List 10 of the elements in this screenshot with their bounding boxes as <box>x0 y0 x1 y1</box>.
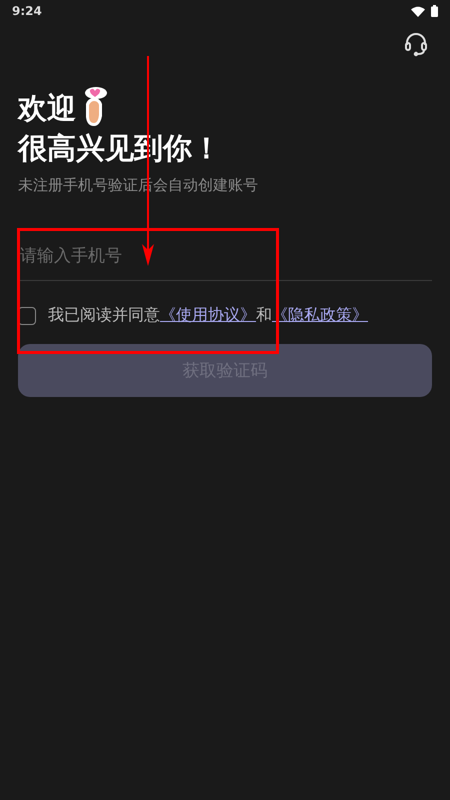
wifi-icon <box>411 6 425 16</box>
support-button[interactable] <box>402 30 430 58</box>
agreement-text: 我已阅读并同意《使用协议》和《隐私政策》 <box>48 305 368 326</box>
agreement-link[interactable]: 《隐私政策》 <box>272 305 368 324</box>
greeting-title: 欢迎 <box>18 90 76 127</box>
battery-icon <box>431 5 438 17</box>
phone-input-field[interactable]: 请输入手机号 <box>20 232 432 280</box>
status-time: 9:24 <box>12 4 42 18</box>
agreement-link[interactable]: 《使用协议》 <box>160 305 256 324</box>
agreement-checkbox[interactable] <box>18 306 36 324</box>
